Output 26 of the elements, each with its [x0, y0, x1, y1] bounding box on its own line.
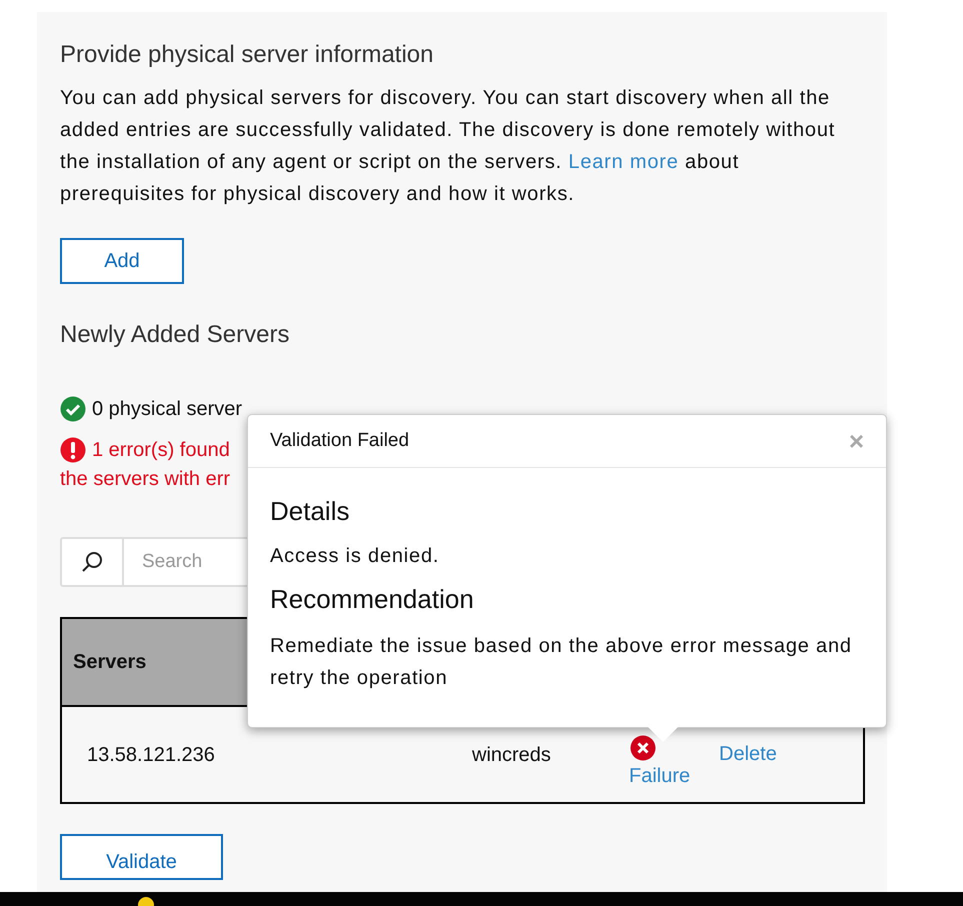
description: You can add physical servers for discovery. You can start discovery when all the added entries are successfully validated. The discovery is done remotely without the installation of any agent or script on the servers. Learn more about prerequisites for physical discovery and how it works.	[60, 86, 836, 207]
error-message: 1 error(s) found	[92, 438, 230, 463]
x-circle-icon	[630, 734, 656, 760]
validate-button[interactable]: Validate	[60, 834, 223, 880]
popup-title: Validation Failed	[270, 428, 410, 453]
search-icon	[80, 550, 104, 574]
add-button[interactable]: Add	[60, 238, 184, 284]
table-cell-text: wincreds	[472, 742, 552, 768]
delete-link[interactable]: Delete	[719, 738, 777, 768]
popup-heading: Details	[270, 495, 350, 528]
check-circle-icon	[60, 396, 86, 422]
popup-text: Remediate the issue based on the above error message and retry the operation	[270, 634, 853, 691]
status-link[interactable]: Failure	[629, 760, 690, 790]
learn-more-link[interactable]: Learn more	[568, 151, 679, 173]
exclamation-circle-icon	[60, 437, 86, 463]
popup-heading: Recommendation	[270, 583, 475, 616]
column-header: Servers	[73, 650, 146, 675]
status-message: 0 physical server	[92, 397, 242, 422]
error-message: the servers with err	[60, 467, 230, 492]
section-title: Provide physical server information	[60, 40, 434, 70]
close-button[interactable]: ×	[848, 428, 864, 454]
table-cell-text: 13.58.121.236	[86, 742, 216, 768]
popup-text: Access is denied.	[270, 544, 440, 569]
search-button[interactable]	[60, 537, 124, 587]
servers-heading: Newly Added Servers	[60, 320, 290, 350]
taskbar-icon[interactable]	[137, 896, 155, 906]
